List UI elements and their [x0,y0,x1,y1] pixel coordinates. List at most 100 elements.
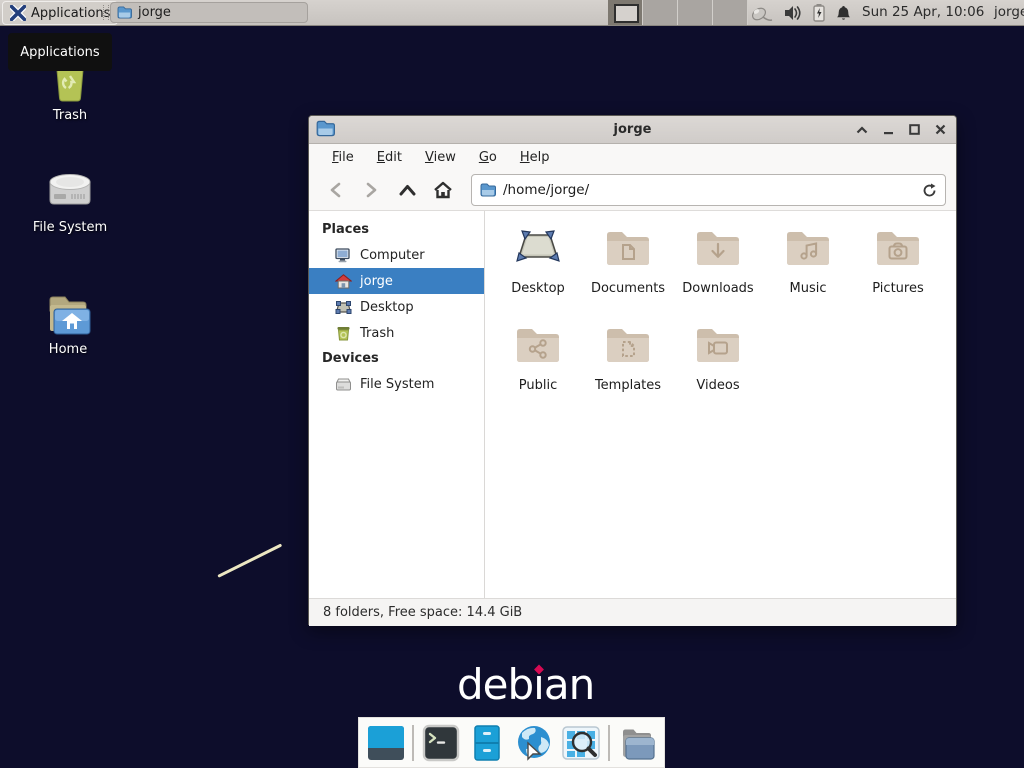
up-button[interactable] [391,176,423,204]
taskbar-window-button[interactable]: jorge [110,2,308,23]
folder-icon [117,6,132,19]
bell-icon[interactable] [835,4,852,22]
sidebar-item-jorge[interactable]: jorge [309,268,484,294]
sidebar-item-label: Desktop [360,300,414,315]
desktop-pager-launcher[interactable] [366,723,405,763]
trash-icon [335,326,352,341]
file-item-label: Music [790,281,827,296]
file-item-desktop[interactable]: Desktop [493,220,583,317]
panel-clock[interactable]: Sun 25 Apr, 10:06 [862,0,984,25]
reload-icon[interactable] [922,183,937,198]
file-item-label: Downloads [682,281,753,296]
file-item-music[interactable]: Music [763,220,853,317]
sidebar-item-desktop[interactable]: Desktop [309,294,484,320]
sidebar-item-label: File System [360,377,434,392]
close-button[interactable] [932,122,948,138]
top-panel: Applications jorge [0,0,1024,26]
window-titlebar[interactable]: jorge [309,116,956,144]
workspace-1[interactable] [608,0,643,25]
file-item-label: Documents [591,281,665,296]
menu-file[interactable]: File [322,147,364,168]
desktop-pager-icon [367,725,405,761]
sidebar-item-label: Trash [360,326,394,341]
xfce-logo-icon [10,5,26,21]
debian-red-dot [534,665,544,675]
desktop-icon-label: File System [33,220,107,235]
tooltip-text: Applications [20,45,99,60]
web-browser-launcher[interactable] [514,723,554,763]
panel-username[interactable]: jorge [994,0,1024,25]
workspace-2[interactable] [643,0,678,25]
file-item-pictures[interactable]: Pictures [853,220,943,317]
menu-go[interactable]: Go [469,147,507,168]
applications-menu-button[interactable]: Applications [2,1,118,25]
terminal-launcher[interactable] [421,723,460,763]
mouse-icon[interactable] [750,3,774,23]
file-item-templates[interactable]: Templates [583,317,673,414]
file-item-label: Desktop [511,281,565,296]
system-tray [750,0,852,25]
terminal-icon [422,724,460,762]
menu-help[interactable]: Help [510,147,560,168]
file-cabinet-icon [469,724,505,762]
home-icon [335,274,352,289]
home-button[interactable] [427,176,459,204]
home-folder-icon [44,292,92,338]
computer-icon [335,248,352,263]
sidebar: Places Computer jorge [309,211,485,598]
minimize-button[interactable] [880,122,896,138]
downloads-folder-icon [694,224,742,272]
templates-folder-icon [604,321,652,369]
files-area[interactable]: Desktop Documents Do [485,211,956,598]
workspace-4[interactable] [713,0,748,25]
status-text: 8 folders, Free space: 14.4 GiB [323,605,522,620]
applications-menu-label: Applications [31,6,110,21]
wallpaper-line [217,543,282,577]
workspace-window-preview [614,4,639,23]
file-cabinet-launcher[interactable] [468,723,507,763]
desktop-icon-home[interactable]: Home [20,292,116,357]
documents-folder-icon [604,224,652,272]
hard-drive-icon [335,377,352,392]
debian-logo: debıan [457,660,594,709]
file-item-label: Videos [696,378,739,393]
sidebar-item-file-system[interactable]: File System [309,371,484,397]
file-item-documents[interactable]: Documents [583,220,673,317]
file-item-label: Templates [595,378,661,393]
workspace-pager [608,0,748,25]
forward-button[interactable] [355,176,387,204]
window-folder-icon [316,120,335,137]
path-input[interactable]: /home/jorge/ [503,182,915,198]
file-item-public[interactable]: Public [493,317,583,414]
panel-separator-handle [103,5,109,20]
path-folder-icon [480,183,496,197]
web-browser-icon [514,723,554,763]
menu-view[interactable]: View [415,147,466,168]
volume-icon[interactable] [783,4,803,22]
menu-edit[interactable]: Edit [367,147,412,168]
back-button[interactable] [319,176,351,204]
file-manager-launcher[interactable] [617,723,657,763]
music-folder-icon [784,224,832,272]
file-item-label: Pictures [872,281,923,296]
bottom-dock [358,717,665,768]
workspace-3[interactable] [678,0,713,25]
file-manager-icon [617,724,657,762]
app-finder-launcher[interactable] [561,723,601,763]
desktop-icon-file-system[interactable]: File System [22,170,118,235]
file-item-videos[interactable]: Videos [673,317,763,414]
dock-separator [412,725,414,761]
shade-button[interactable] [854,122,870,138]
sidebar-item-trash[interactable]: Trash [309,320,484,346]
menu-bar: File Edit View Go Help [309,144,956,170]
battery-icon[interactable] [812,3,826,22]
maximize-button[interactable] [906,122,922,138]
file-item-downloads[interactable]: Downloads [673,220,763,317]
desktop-icon-label: Trash [53,108,87,123]
path-bar[interactable]: /home/jorge/ [471,174,946,206]
sidebar-item-computer[interactable]: Computer [309,242,484,268]
sidebar-header-devices: Devices [309,346,484,371]
taskbar-window-label: jorge [138,5,171,20]
file-item-label: Public [519,378,557,393]
desktop-icon-label: Home [49,342,87,357]
